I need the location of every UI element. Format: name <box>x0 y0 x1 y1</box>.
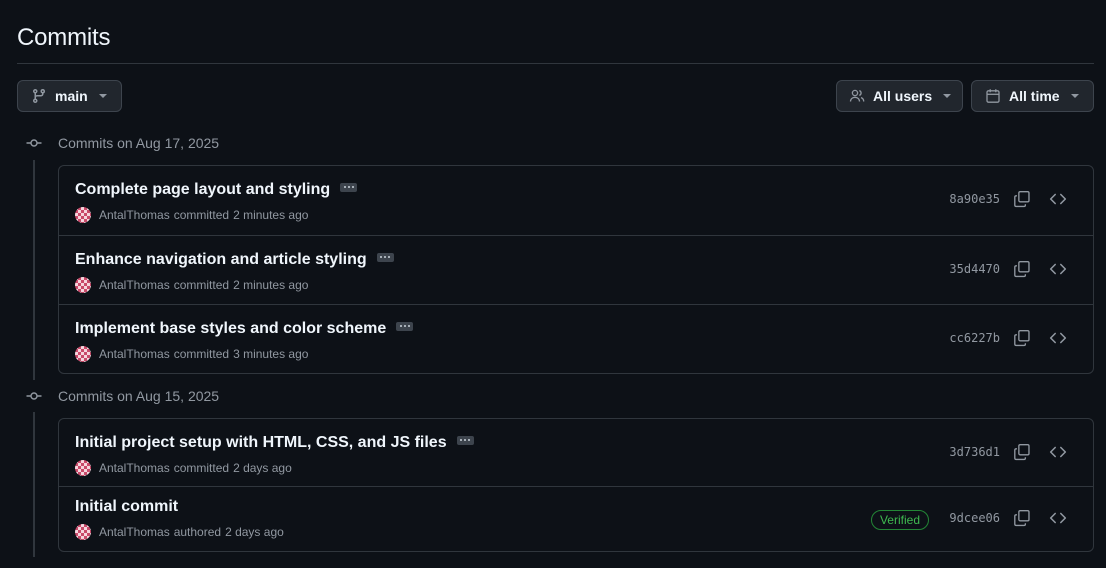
branch-selector-button[interactable]: main <box>17 80 122 112</box>
copy-icon[interactable] <box>1013 329 1031 352</box>
commit-group-heading: Commits on Aug 17, 2025 <box>22 132 219 154</box>
expand-description-button[interactable] <box>396 321 414 331</box>
avatar[interactable] <box>75 277 91 293</box>
timeline-line <box>33 412 35 557</box>
chevron-down-icon <box>943 94 952 98</box>
commit-action: committed <box>173 461 230 475</box>
commit-sha-link[interactable]: cc6227b <box>949 331 1000 345</box>
code-browse-icon[interactable] <box>1049 190 1067 213</box>
avatar[interactable] <box>75 207 91 223</box>
author-link[interactable]: AntalThomas <box>99 525 170 539</box>
commit-sha-link[interactable]: 35d4470 <box>949 262 1000 276</box>
commit-row: Complete page layout and styling AntalTh… <box>59 166 1093 235</box>
code-browse-icon[interactable] <box>1049 260 1067 283</box>
commit-message-link[interactable]: Initial commit <box>75 498 178 516</box>
commit-group-heading: Commits on Aug 15, 2025 <box>22 385 219 407</box>
author-link[interactable]: AntalThomas <box>99 208 170 222</box>
commit-time: 2 minutes ago <box>233 278 309 292</box>
timeline-line <box>33 160 35 380</box>
commit-row: Implement base styles and color scheme A… <box>59 304 1093 373</box>
code-browse-icon[interactable] <box>1049 443 1067 466</box>
user-filter-button[interactable]: All users <box>836 80 963 112</box>
code-browse-icon[interactable] <box>1049 509 1067 532</box>
author-link[interactable]: AntalThomas <box>99 461 170 475</box>
commit-message-link[interactable]: Enhance navigation and article styling <box>75 251 367 269</box>
verified-badge[interactable]: Verified <box>870 510 929 530</box>
commit-action: authored <box>173 525 222 539</box>
avatar[interactable] <box>75 460 91 476</box>
code-browse-icon[interactable] <box>1049 329 1067 352</box>
page-title: Commits <box>17 24 111 51</box>
commit-message-link[interactable]: Implement base styles and color scheme <box>75 320 386 338</box>
people-icon <box>849 88 865 104</box>
copy-icon[interactable] <box>1013 443 1031 466</box>
git-commit-icon <box>22 388 46 404</box>
commit-action: committed <box>173 208 230 222</box>
commit-list: Complete page layout and styling AntalTh… <box>58 165 1094 374</box>
commit-action: committed <box>173 278 230 292</box>
commit-time: 2 days ago <box>233 461 292 475</box>
expand-description-button[interactable] <box>376 252 394 262</box>
commit-action: committed <box>173 347 230 361</box>
copy-icon[interactable] <box>1013 509 1031 532</box>
expand-description-button[interactable] <box>340 182 358 192</box>
commit-sha-link[interactable]: 8a90e35 <box>949 192 1000 206</box>
commit-time: 3 minutes ago <box>233 347 309 361</box>
commit-row: Initial commit AntalThomas authored 2 days… <box>59 486 1093 551</box>
group-date-label: Commits on Aug 17, 2025 <box>58 135 220 151</box>
commit-sha-link[interactable]: 3d736d1 <box>949 445 1000 459</box>
commit-time: 2 days ago <box>225 525 284 539</box>
time-label: All time <box>1009 88 1060 104</box>
avatar[interactable] <box>75 346 91 362</box>
commit-time: 2 minutes ago <box>233 208 309 222</box>
avatar[interactable] <box>75 524 91 540</box>
commit-message-link[interactable]: Initial project setup with HTML, CSS, an… <box>75 434 447 452</box>
users-label: All users <box>873 88 933 104</box>
copy-icon[interactable] <box>1013 190 1031 213</box>
git-commit-icon <box>22 135 46 151</box>
title-divider <box>17 63 1094 64</box>
group-date-label: Commits on Aug 15, 2025 <box>58 388 220 404</box>
branch-label: main <box>55 88 88 104</box>
commit-message-link[interactable]: Complete page layout and styling <box>75 181 330 199</box>
commit-row: Enhance navigation and article styling A… <box>59 235 1093 304</box>
commit-list: Initial project setup with HTML, CSS, an… <box>58 418 1094 552</box>
commit-sha-link[interactable]: 9dcee06 <box>949 511 1000 525</box>
calendar-icon <box>985 88 1001 104</box>
author-link[interactable]: AntalThomas <box>99 347 170 361</box>
author-link[interactable]: AntalThomas <box>99 278 170 292</box>
commit-row: Initial project setup with HTML, CSS, an… <box>59 419 1093 486</box>
git-branch-icon <box>31 88 47 104</box>
expand-description-button[interactable] <box>456 435 474 445</box>
chevron-down-icon <box>1070 94 1079 98</box>
copy-icon[interactable] <box>1013 260 1031 283</box>
chevron-down-icon <box>98 94 107 98</box>
time-filter-button[interactable]: All time <box>971 80 1094 112</box>
